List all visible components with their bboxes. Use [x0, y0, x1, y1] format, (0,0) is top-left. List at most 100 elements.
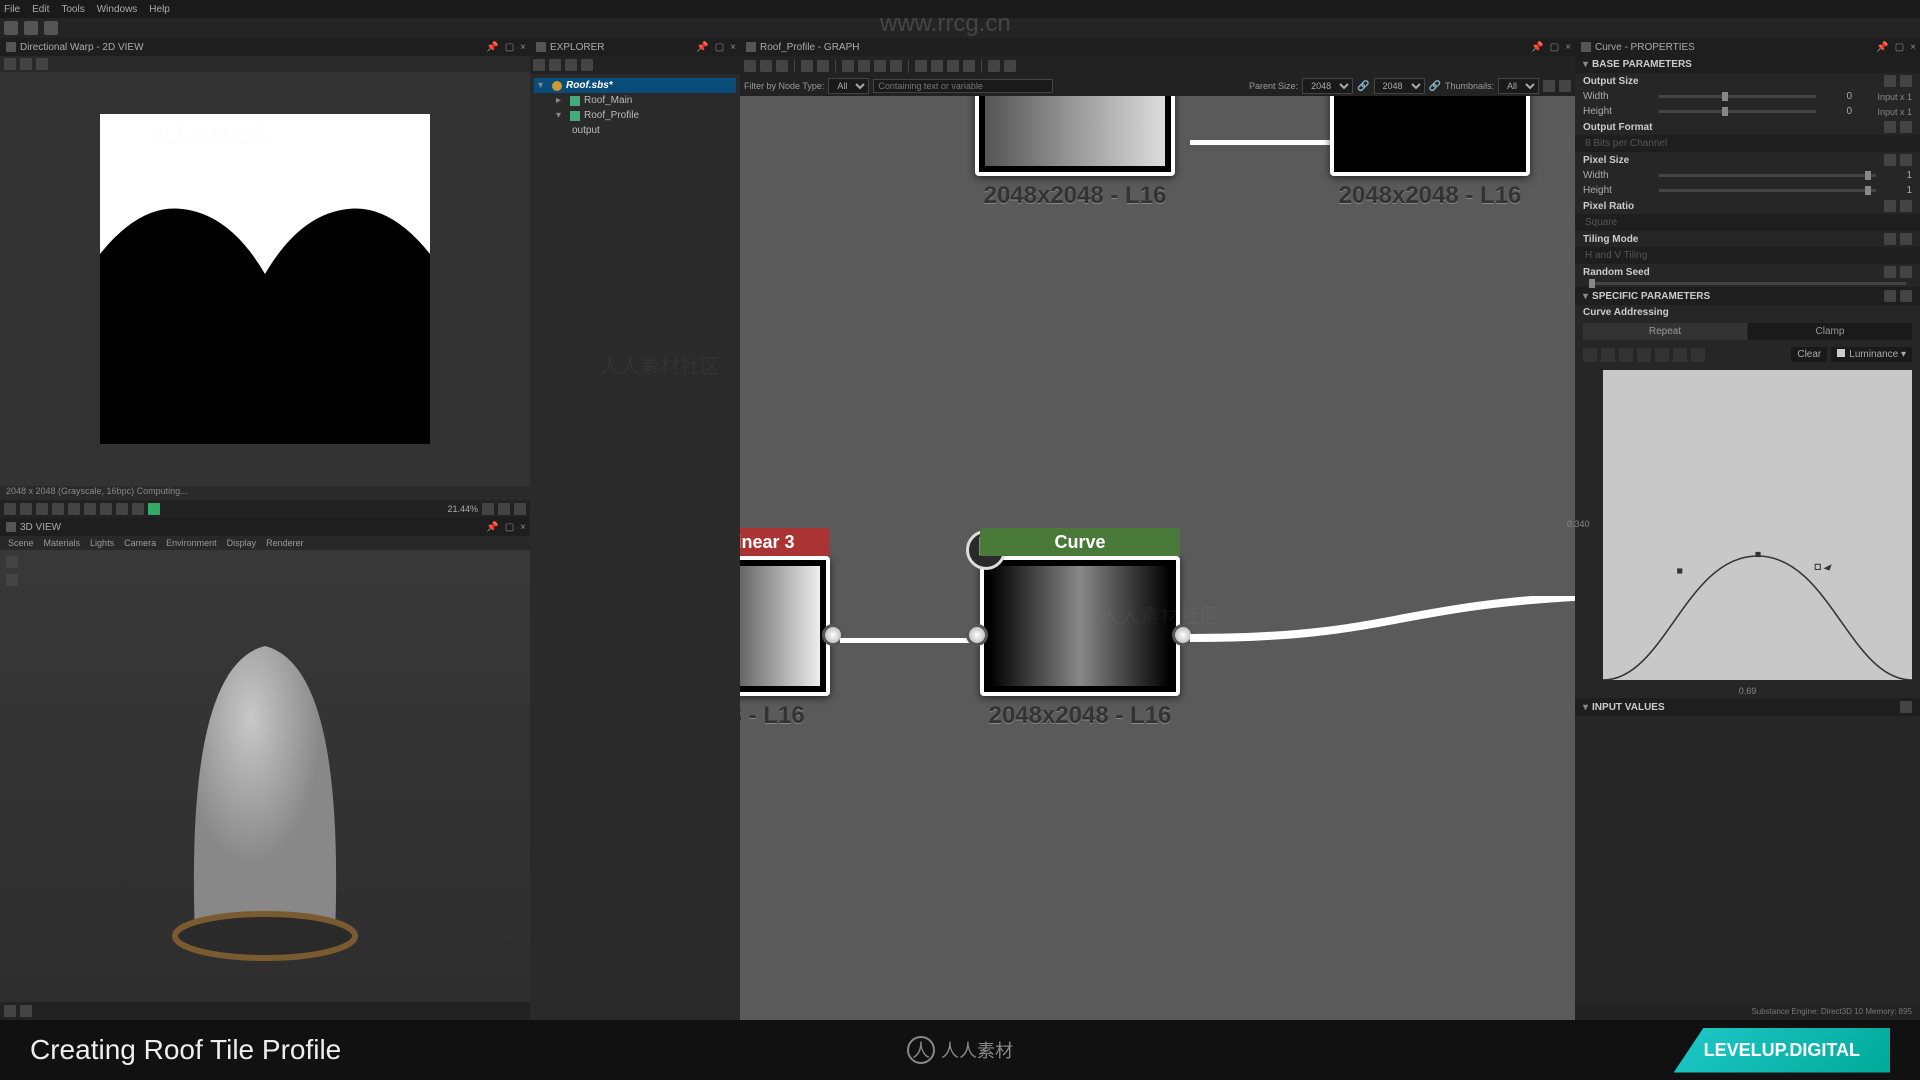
- link-icon[interactable]: 🔗: [1429, 81, 1441, 92]
- tool-icon[interactable]: [874, 60, 886, 72]
- tool-icon[interactable]: [482, 503, 494, 515]
- tool-icon[interactable]: [100, 503, 112, 515]
- tool-icon[interactable]: [68, 503, 80, 515]
- refresh-icon[interactable]: [549, 59, 561, 71]
- opt-icon[interactable]: [1900, 701, 1912, 713]
- menu-scene[interactable]: Scene: [8, 538, 34, 548]
- tool-icon[interactable]: [132, 503, 144, 515]
- opt-icon[interactable]: [1900, 233, 1912, 245]
- curve-tool-icon[interactable]: [1673, 348, 1687, 362]
- curve-tool-icon[interactable]: [1655, 348, 1669, 362]
- pin-icon[interactable]: 📌: [1876, 42, 1888, 53]
- tool-icon[interactable]: [4, 58, 16, 70]
- opt-icon[interactable]: [1900, 154, 1912, 166]
- opt-icon[interactable]: [1900, 266, 1912, 278]
- tool-icon[interactable]: [776, 60, 788, 72]
- link-icon[interactable]: 🔗: [1357, 81, 1369, 92]
- tool-icon[interactable]: [4, 503, 16, 515]
- slider-seed[interactable]: [1589, 282, 1906, 285]
- tree-item[interactable]: ▸ Roof_Main: [534, 93, 736, 108]
- tool-icon[interactable]: [1004, 60, 1016, 72]
- slider-height[interactable]: [1659, 110, 1816, 113]
- close-icon[interactable]: ×: [520, 42, 526, 53]
- close-icon[interactable]: ×: [520, 522, 526, 533]
- menu-camera[interactable]: Camera: [124, 538, 156, 548]
- curve-tool-icon[interactable]: [1619, 348, 1633, 362]
- tool-icon[interactable]: [947, 60, 959, 72]
- tool-icon[interactable]: [116, 503, 128, 515]
- new-icon[interactable]: [533, 59, 545, 71]
- pin-icon[interactable]: 📌: [486, 42, 498, 53]
- opt-icon[interactable]: [1884, 266, 1896, 278]
- tool-icon[interactable]: [858, 60, 870, 72]
- tool-icon[interactable]: [20, 58, 32, 70]
- menu-help[interactable]: Help: [149, 4, 170, 15]
- toggle-repeat[interactable]: Repeat: [1583, 323, 1747, 340]
- parent-size2-select[interactable]: 2048: [1374, 78, 1425, 94]
- opt-icon[interactable]: [1884, 200, 1896, 212]
- maximize-icon[interactable]: ▢: [1895, 42, 1904, 53]
- tree-root[interactable]: ▾ Roof.sbs*: [534, 78, 736, 93]
- tool-icon[interactable]: [1543, 80, 1555, 92]
- maximize-icon[interactable]: ▢: [1550, 42, 1559, 53]
- tool-icon[interactable]: [842, 60, 854, 72]
- thumbs-select[interactable]: All: [1498, 78, 1539, 94]
- opt-icon[interactable]: [1884, 154, 1896, 166]
- curve-tool-icon[interactable]: [1691, 348, 1705, 362]
- view2d-canvas[interactable]: [0, 72, 530, 486]
- export-icon[interactable]: [565, 59, 577, 71]
- tool-icon[interactable]: [931, 60, 943, 72]
- opt-icon[interactable]: [1884, 75, 1896, 87]
- maximize-icon[interactable]: ▢: [715, 42, 724, 53]
- opt-icon[interactable]: [1900, 121, 1912, 133]
- tool-icon[interactable]: [760, 60, 772, 72]
- tool-icon[interactable]: [963, 60, 975, 72]
- tree-item[interactable]: ▾ Roof_Profile: [534, 108, 736, 123]
- curve-tool-icon[interactable]: [1637, 348, 1651, 362]
- section-specific-params[interactable]: ▾SPECIFIC PARAMETERS: [1575, 287, 1920, 305]
- menu-file[interactable]: File: [4, 4, 20, 15]
- pin-icon[interactable]: 📌: [696, 42, 708, 53]
- close-icon[interactable]: ×: [730, 42, 736, 53]
- tool-icon[interactable]: [36, 58, 48, 70]
- tool-icon[interactable]: [988, 60, 1000, 72]
- section-input-values[interactable]: ▾INPUT VALUES: [1575, 698, 1920, 716]
- parent-size-select[interactable]: 2048: [1302, 78, 1353, 94]
- tool-icon[interactable]: [148, 503, 160, 515]
- camera-icon[interactable]: [6, 556, 18, 568]
- menu-display[interactable]: Display: [227, 538, 257, 548]
- filter-text-input[interactable]: [873, 79, 1053, 93]
- close-icon[interactable]: ×: [1565, 42, 1571, 53]
- opt-icon[interactable]: [1884, 121, 1896, 133]
- light-icon[interactable]: [6, 574, 18, 586]
- curve-clear-button[interactable]: Clear: [1791, 347, 1827, 362]
- opt-icon[interactable]: [1884, 290, 1896, 302]
- menu-environment[interactable]: Environment: [166, 538, 217, 548]
- opt-icon[interactable]: [1900, 200, 1912, 212]
- tool-icon[interactable]: [84, 503, 96, 515]
- graph-node-linear3[interactable]: Linear 3 48 - L16: [740, 556, 830, 730]
- graph-node[interactable]: 2048x2048 - L16: [975, 96, 1175, 210]
- graph-canvas[interactable]: 2048x2048 - L16 2048x2048 - L16 Linear 3: [740, 96, 1575, 1020]
- curve-editor[interactable]: [1603, 370, 1912, 680]
- pin-icon[interactable]: 📌: [486, 522, 498, 533]
- lock-icon[interactable]: [514, 503, 526, 515]
- section-base-params[interactable]: ▾BASE PARAMETERS: [1575, 56, 1920, 73]
- toggle-clamp[interactable]: Clamp: [1748, 323, 1912, 340]
- maximize-icon[interactable]: ▢: [505, 522, 514, 533]
- info-icon[interactable]: [817, 60, 829, 72]
- filter-type-select[interactable]: All: [828, 78, 869, 94]
- slider[interactable]: [1659, 174, 1876, 177]
- toolbar-open-icon[interactable]: [24, 21, 38, 35]
- curve-tool-icon[interactable]: [1601, 348, 1615, 362]
- tool-icon[interactable]: [4, 1005, 16, 1017]
- opt-icon[interactable]: [1900, 290, 1912, 302]
- curve-tool-icon[interactable]: [1583, 348, 1597, 362]
- tool-icon[interactable]: [1559, 80, 1571, 92]
- toolbar-save-icon[interactable]: [44, 21, 58, 35]
- menu-lights[interactable]: Lights: [90, 538, 114, 548]
- pin-icon[interactable]: 📌: [1531, 42, 1543, 53]
- slider[interactable]: [1659, 189, 1876, 192]
- maximize-icon[interactable]: ▢: [505, 42, 514, 53]
- tool-icon[interactable]: [52, 503, 64, 515]
